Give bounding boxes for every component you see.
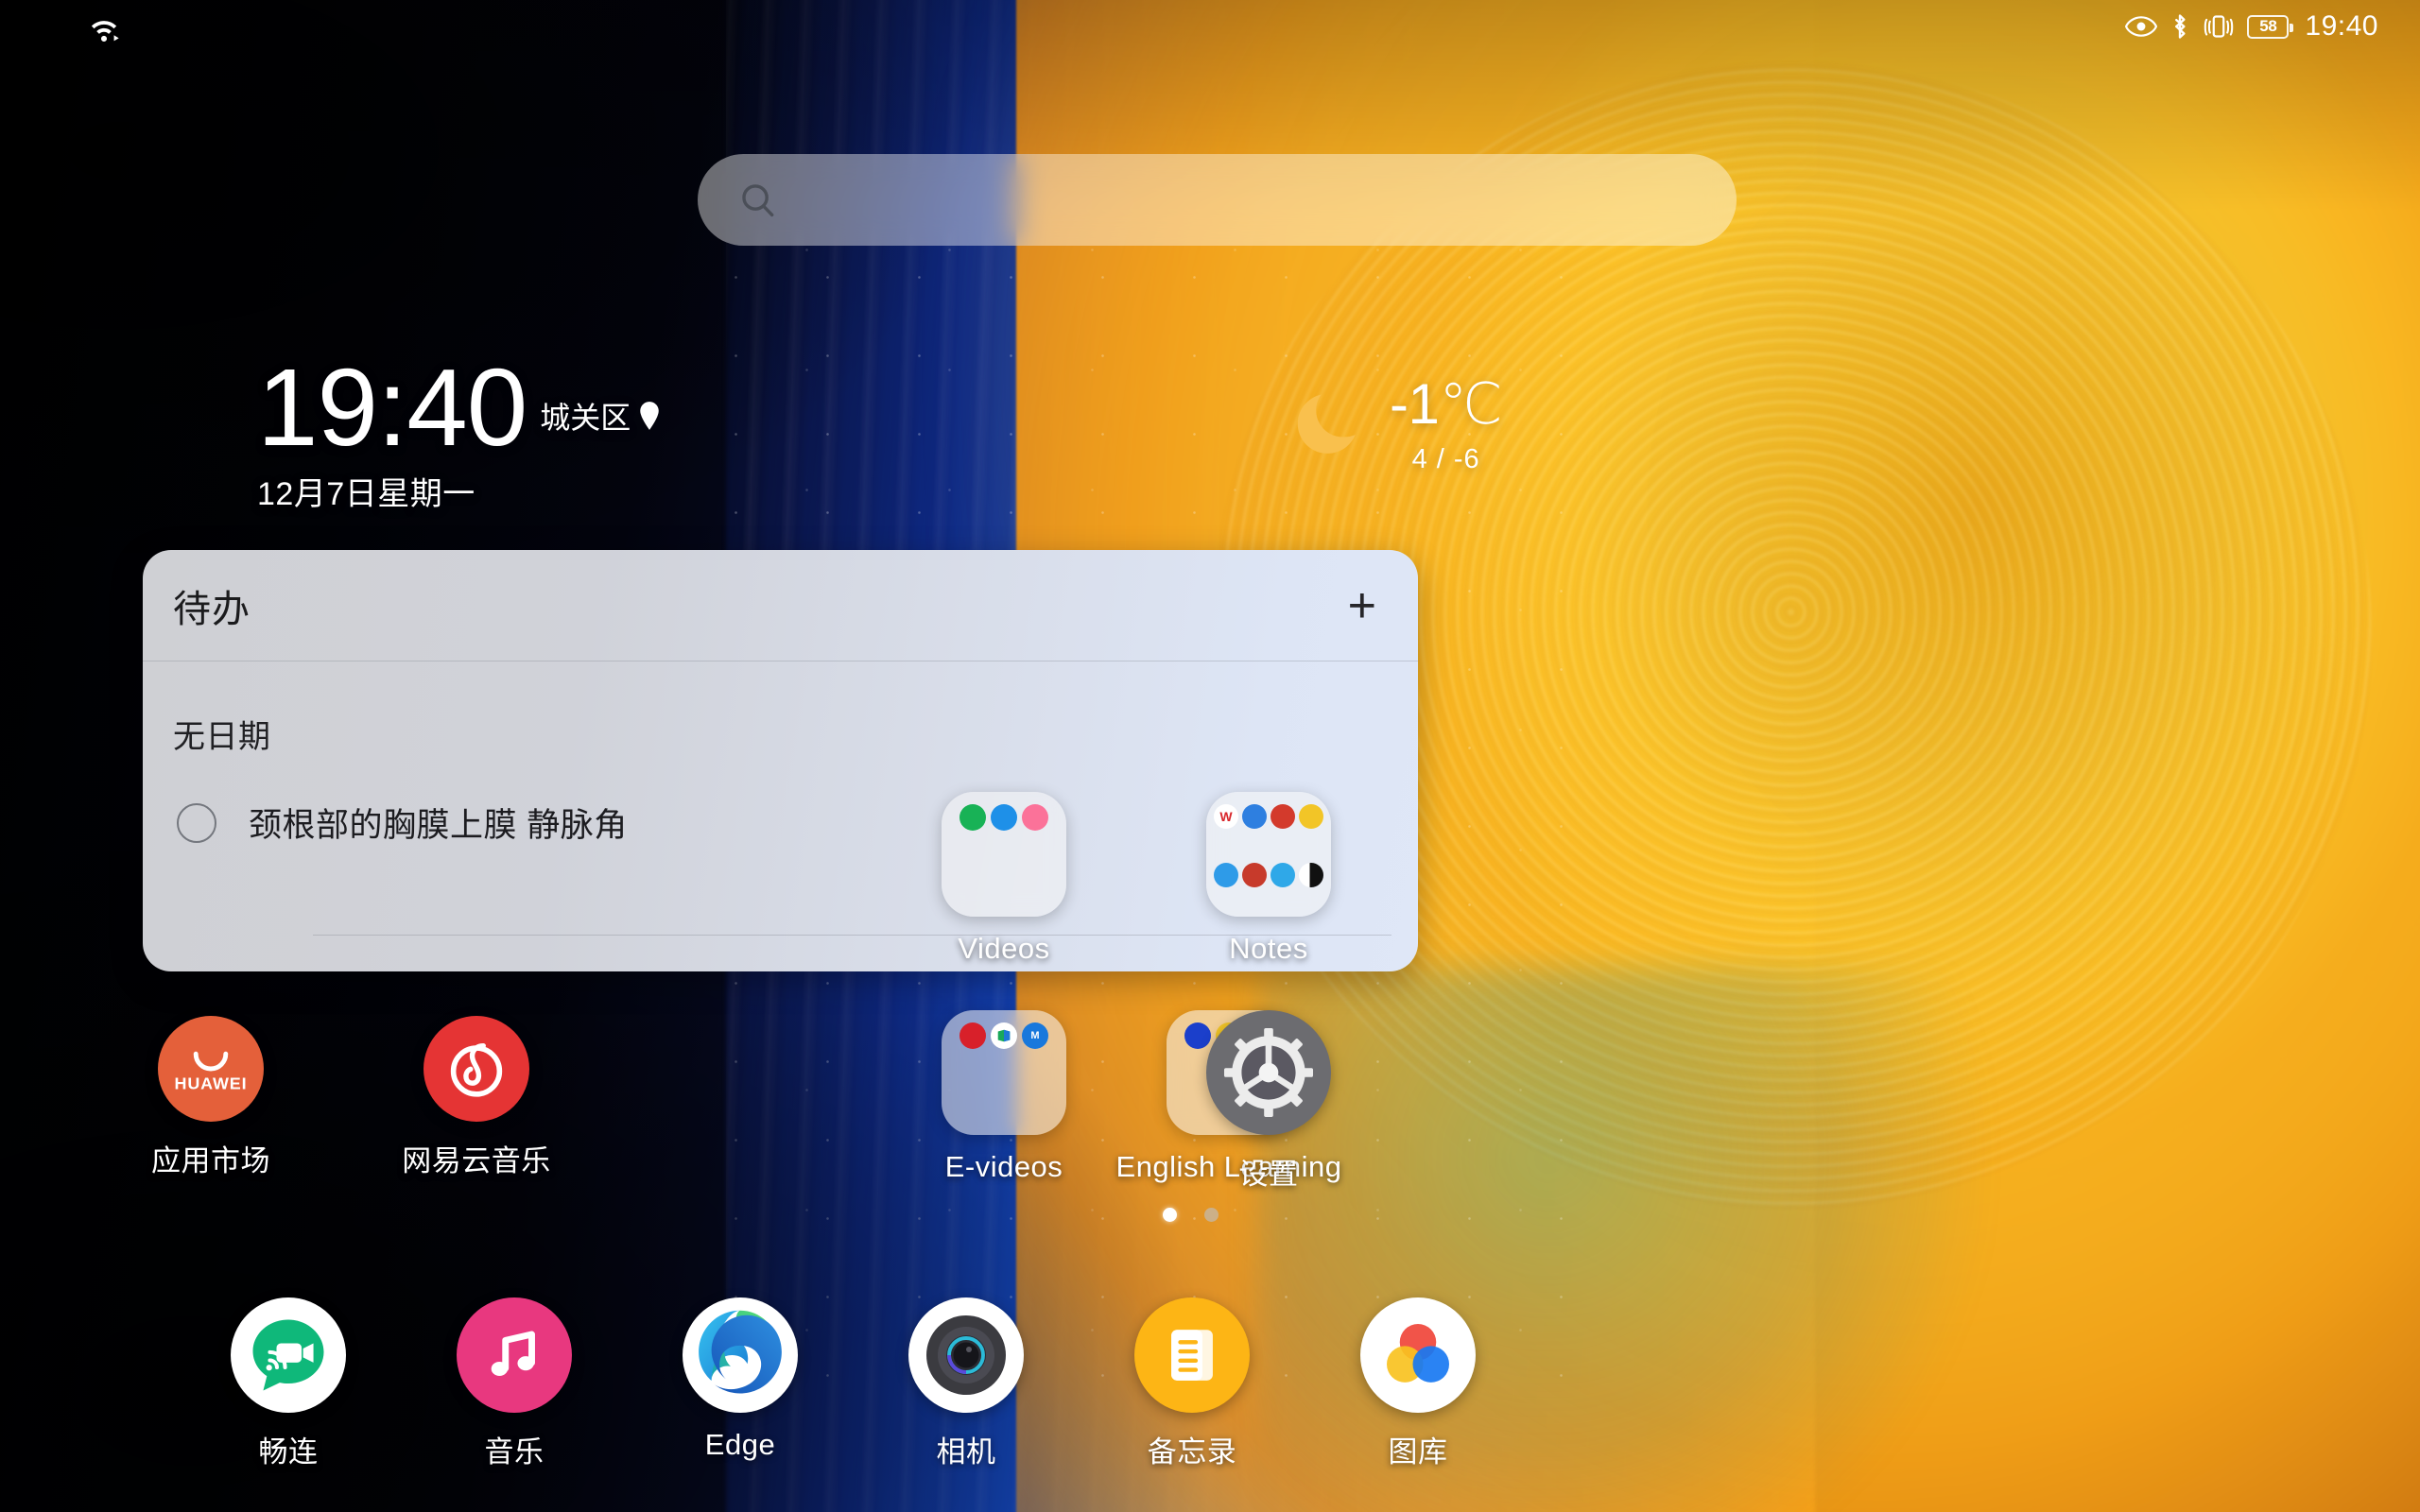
page-dot-2[interactable]: [1204, 1208, 1219, 1222]
app-settings-label: 设置: [1238, 1158, 1299, 1191]
blue-pen-notes-icon: [1242, 804, 1267, 829]
blue-m-app-icon: M: [1022, 1022, 1048, 1049]
clock-time: 19:40: [257, 346, 527, 469]
page-dot-1[interactable]: [1163, 1208, 1177, 1222]
weather-widget[interactable]: -1℃ 4 / -6: [1286, 372, 1503, 475]
folder-videos-mini-grid: [959, 804, 1048, 917]
location-pin-icon: [637, 401, 662, 431]
app-meetime-label: 畅连: [258, 1435, 319, 1469]
bilibili-icon: [1022, 804, 1048, 831]
search-bar[interactable]: [698, 154, 1737, 246]
settings-gear-icon: [1206, 1010, 1331, 1135]
notepad-icon: [1134, 1297, 1250, 1413]
bluetooth-icon: [2169, 12, 2190, 41]
weather-texts: -1℃ 4 / -6: [1390, 372, 1503, 475]
app-music[interactable]: 音乐: [406, 1297, 623, 1470]
folder-e-videos-mini-grid: M: [959, 1022, 1048, 1135]
clock-location-label: 城关区: [540, 400, 631, 435]
blue-brush-icon: [1214, 862, 1238, 887]
app-camera[interactable]: 相机: [857, 1297, 1075, 1470]
folder-e-videos[interactable]: M E-videos: [895, 1010, 1113, 1184]
crescent-moon-icon: [1286, 386, 1367, 467]
app-notepad[interactable]: 备忘录: [1083, 1297, 1301, 1470]
app-edge[interactable]: Edge: [631, 1297, 849, 1462]
clock-widget[interactable]: 19:40 城关区 12月7日星期一: [257, 346, 662, 514]
folder-notes-mini-grid: W: [1214, 804, 1323, 917]
microsoft-edge-icon: [683, 1297, 798, 1413]
black-white-app-icon: [1299, 862, 1323, 887]
vibrate-icon: [2203, 13, 2235, 40]
todo-item-label: 颈根部的胸膜上膜 静脉角: [249, 807, 628, 844]
netease-cloud-music-icon: [424, 1016, 529, 1122]
app-netease-music-label: 网易云音乐: [402, 1144, 551, 1177]
yellow-notepad-icon: [1299, 804, 1323, 829]
todo-checkbox[interactable]: [177, 802, 216, 843]
app-edge-label: Edge: [704, 1428, 776, 1461]
app-notepad-label: 备忘录: [1147, 1435, 1237, 1469]
status-bar-left: [85, 11, 123, 42]
camera-lens-icon: [908, 1297, 1024, 1413]
eye-comfort-icon: [2125, 15, 2158, 38]
folder-notes-icon: W: [1206, 792, 1331, 917]
status-bar-right: 58 19:40: [2125, 10, 2378, 43]
app-meetime[interactable]: 畅连: [180, 1297, 397, 1470]
green-book-app-icon: [991, 1022, 1017, 1049]
app-gallery-label: 图库: [1388, 1435, 1448, 1469]
wifi-icon: [85, 11, 123, 42]
page-indicator[interactable]: [1163, 1208, 1219, 1222]
app-music-label: 音乐: [484, 1435, 544, 1469]
clock-row: 19:40 城关区: [257, 346, 662, 469]
app-gallery[interactable]: 图库: [1309, 1297, 1527, 1470]
app-appgallery-label: 应用市场: [151, 1144, 270, 1177]
battery-level-text: 58: [2259, 17, 2277, 35]
search-icon: [737, 180, 779, 221]
meetime-icon: [231, 1297, 346, 1413]
svg-text:HUAWEI: HUAWEI: [175, 1074, 248, 1093]
app-netease-music[interactable]: 网易云音乐: [368, 1016, 585, 1179]
gallery-icon: [1360, 1297, 1476, 1413]
folder-videos-label: Videos: [958, 932, 1050, 965]
todo-title: 待办: [173, 588, 251, 630]
music-note-icon: [457, 1297, 572, 1413]
app-camera-label: 相机: [936, 1435, 996, 1469]
folder-videos[interactable]: Videos: [895, 792, 1113, 966]
iqiyi-icon: [959, 804, 986, 831]
add-todo-button[interactable]: +: [1348, 581, 1376, 630]
blue-folder-icon: [1270, 862, 1295, 887]
status-bar: 58 19:40: [0, 0, 2420, 53]
folder-e-videos-label: E-videos: [944, 1150, 1063, 1183]
battery-indicator: 58: [2247, 14, 2294, 39]
folder-e-videos-icon: M: [942, 1010, 1066, 1135]
renren-video-icon: [991, 804, 1017, 831]
app-appgallery[interactable]: HUAWEI 应用市场: [102, 1016, 320, 1179]
clock-date: 12月7日星期一: [257, 475, 475, 512]
folder-notes-label: Notes: [1229, 932, 1308, 965]
app-settings[interactable]: 设置: [1160, 1010, 1377, 1193]
folder-notes[interactable]: W Notes: [1160, 792, 1377, 966]
weather-temp-range: 4 / -6: [1411, 444, 1480, 474]
red-pencil-icon: [1242, 862, 1267, 887]
wps-office-icon: W: [1214, 804, 1238, 829]
xmind-icon: [1270, 804, 1295, 829]
todo-header: 待办 +: [143, 550, 1418, 662]
huawei-appgallery-icon: HUAWEI: [158, 1016, 264, 1122]
folder-videos-icon: [942, 792, 1066, 917]
clock-location[interactable]: 城关区: [540, 394, 662, 438]
red-stream-app-icon: [959, 1022, 986, 1049]
todo-section-label: 无日期: [173, 719, 271, 755]
weather-temperature: -1℃: [1390, 372, 1503, 436]
status-bar-clock: 19:40: [2305, 10, 2378, 42]
